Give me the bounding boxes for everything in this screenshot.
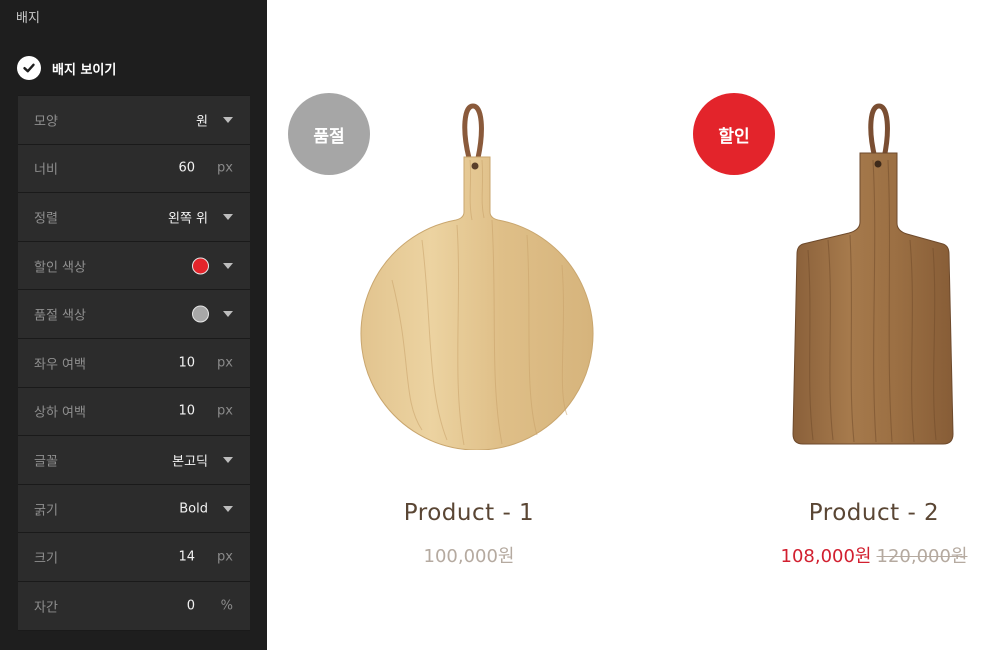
align-value: 왼쪽 위: [167, 211, 208, 227]
soldout-badge: 품절: [288, 93, 370, 175]
width-input[interactable]: 60: [178, 161, 195, 176]
width-label: 너비: [34, 162, 58, 178]
weight-value: Bold: [179, 501, 208, 517]
spacing-label: 자간: [34, 600, 58, 616]
width-unit: px: [217, 160, 233, 176]
original-price: 120,000원: [876, 546, 968, 567]
round-cutting-board-image: [360, 103, 594, 450]
sale-color-swatch[interactable]: [192, 257, 209, 275]
price: 100,000원: [423, 546, 515, 567]
sale-price: 108,000원: [780, 546, 872, 567]
size-field-row: 크기 14 px: [18, 533, 250, 582]
section-title: 배지: [16, 11, 40, 26]
spacing-input[interactable]: 0: [187, 598, 195, 613]
paddle-cutting-board-image: [792, 103, 954, 445]
size-label: 크기: [34, 551, 58, 567]
chevron-down-icon: [223, 262, 233, 269]
chevron-down-icon: [223, 456, 233, 463]
shape-value: 원: [196, 114, 208, 130]
checkmark-icon: [17, 56, 41, 80]
v-margin-input[interactable]: 10: [178, 404, 195, 419]
price-line: 108,000원 120,000원: [781, 542, 968, 568]
chevron-down-icon: [223, 213, 233, 220]
shape-label: 모양: [34, 114, 58, 130]
soldout-color-select[interactable]: 품절 색상: [18, 290, 250, 339]
product-card[interactable]: 품절 Product - 1 100,000원: [267, 0, 683, 650]
sale-color-select[interactable]: 할인 색상: [18, 241, 250, 291]
show-badge-toggle[interactable]: 배지 보이기: [17, 56, 116, 80]
font-label: 글꼴: [34, 454, 58, 470]
width-field-row: 너비 60 px: [18, 144, 250, 194]
align-label: 정렬: [34, 211, 58, 227]
settings-list: 모양 원 너비 60 px 정렬 왼쪽 위 할인 색상 품절 색상 좌우 여백 …: [18, 95, 250, 631]
chevron-down-icon: [223, 311, 233, 318]
spacing-unit: %: [220, 598, 233, 614]
font-value: 본고딕: [172, 454, 208, 470]
h-margin-unit: px: [217, 355, 233, 371]
font-select[interactable]: 글꼴 본고딕: [18, 436, 250, 485]
price-line: 100,000원: [424, 542, 515, 568]
h-margin-label: 좌우 여백: [34, 357, 86, 373]
sale-badge: 할인: [693, 93, 775, 175]
weight-select[interactable]: 굵기 Bold: [18, 484, 250, 534]
h-margin-input[interactable]: 10: [178, 355, 195, 370]
size-unit: px: [217, 549, 233, 565]
chevron-down-icon: [223, 505, 233, 512]
h-margin-field-row: 좌우 여백 10 px: [18, 338, 250, 388]
v-margin-field-row: 상하 여백 10 px: [18, 387, 250, 437]
size-input[interactable]: 14: [178, 550, 195, 565]
align-select[interactable]: 정렬 왼쪽 위: [18, 193, 250, 242]
soldout-color-swatch[interactable]: [192, 305, 209, 323]
product-name[interactable]: Product - 2: [809, 500, 939, 526]
spacing-field-row: 자간 0 %: [18, 581, 250, 631]
chevron-down-icon: [223, 116, 233, 123]
shape-select[interactable]: 모양 원: [18, 96, 250, 145]
v-margin-unit: px: [217, 403, 233, 419]
v-margin-label: 상하 여백: [34, 405, 86, 421]
weight-label: 굵기: [34, 503, 58, 519]
product-card[interactable]: 할인 Product - 2 108,000원 120,000원: [683, 0, 1000, 650]
product-name[interactable]: Product - 1: [404, 500, 534, 526]
sale-color-label: 할인 색상: [34, 260, 86, 276]
soldout-color-label: 품절 색상: [34, 308, 86, 324]
badge-settings-panel: 배지 배지 보이기 모양 원 너비 60 px 정렬 왼쪽 위 할인 색상 품절…: [0, 0, 267, 650]
show-badge-label: 배지 보이기: [52, 62, 117, 78]
